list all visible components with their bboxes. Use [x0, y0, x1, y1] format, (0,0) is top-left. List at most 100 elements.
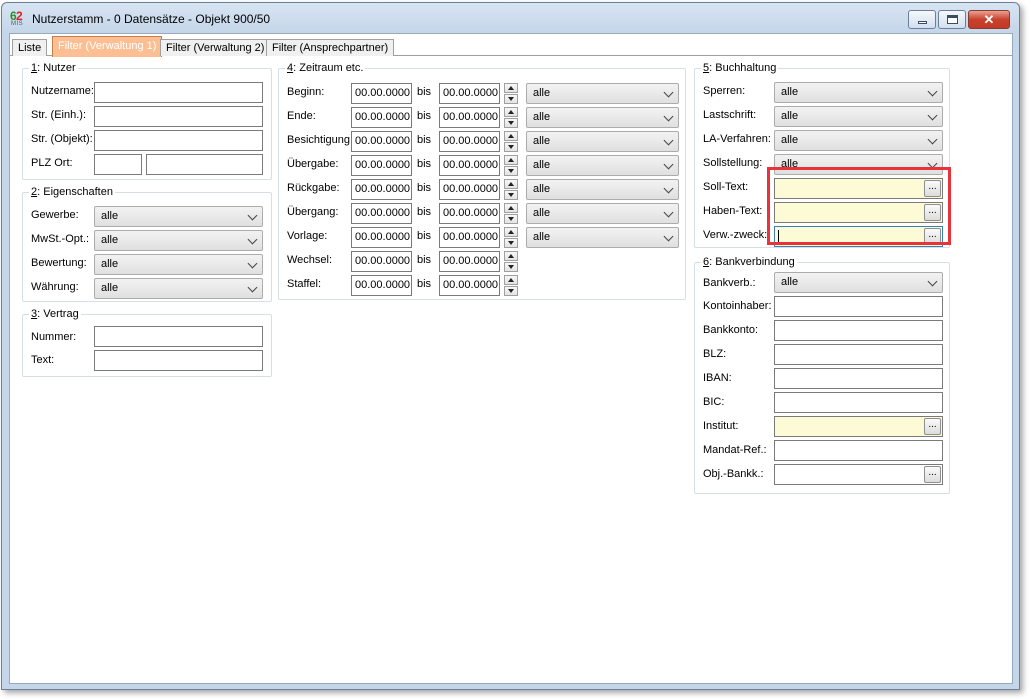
ort-input[interactable] — [146, 154, 263, 175]
group-zeitraum: 4: Zeitraum etc. Beginn: 00.00.0000 bis 00.… — [278, 62, 686, 300]
spin-down-icon[interactable] — [504, 142, 518, 152]
bank-field-0-input[interactable] — [774, 296, 943, 317]
tab-filter-verwaltung-1[interactable]: Filter (Verwaltung 1) — [52, 36, 163, 57]
bis-label: bis — [417, 278, 432, 290]
bankverb-select[interactable]: alle — [774, 272, 943, 293]
bank-field-1-input[interactable] — [774, 320, 943, 341]
minimize-button[interactable] — [908, 10, 936, 29]
spin-down-icon[interactable] — [504, 118, 518, 128]
chevron-down-icon — [663, 159, 674, 170]
zeitraum-8-from-input[interactable]: 00.00.0000 — [351, 275, 412, 296]
zeitraum-0-select[interactable]: alle — [526, 83, 679, 104]
zeitraum-2-select[interactable]: alle — [526, 131, 679, 152]
bank-field-3-input[interactable] — [774, 368, 943, 389]
bank-field-7-input[interactable]: ... — [774, 464, 943, 485]
zeitraum-7-from-input[interactable]: 00.00.0000 — [351, 251, 412, 272]
zeitraum-8-to-input[interactable]: 00.00.0000 — [439, 275, 500, 296]
vertrag-text-input[interactable] — [94, 350, 263, 371]
zeitraum-4-select[interactable]: alle — [526, 179, 679, 200]
spin-up-icon[interactable] — [504, 131, 518, 141]
spin-down-icon[interactable] — [504, 238, 518, 248]
zeitraum-8-spinner[interactable] — [504, 275, 518, 296]
zeitraum-3-select[interactable]: alle — [526, 155, 679, 176]
zeitraum-4-spinner[interactable] — [504, 179, 518, 200]
zeitraum-4-from-input[interactable]: 00.00.0000 — [351, 179, 412, 200]
zeitraum-3-from-input[interactable]: 00.00.0000 — [351, 155, 412, 176]
spin-up-icon[interactable] — [504, 227, 518, 237]
spin-up-icon[interactable] — [504, 107, 518, 117]
title-bar[interactable]: 6 2 MIS Nutzerstamm - 0 Datensätze - Obj… — [2, 3, 1019, 33]
zeitraum-0-spinner[interactable] — [504, 83, 518, 104]
zeitraum-0-to-input[interactable]: 00.00.0000 — [439, 83, 500, 104]
plz-input[interactable] — [94, 154, 142, 175]
select-value: alle — [101, 258, 119, 270]
zeitraum-1-select[interactable]: alle — [526, 107, 679, 128]
zeitraum-5-spinner[interactable] — [504, 203, 518, 224]
spin-up-icon[interactable] — [504, 179, 518, 189]
bewertung-select[interactable]: alle — [94, 254, 263, 275]
zeitraum-6-select[interactable]: alle — [526, 227, 679, 248]
bank-field-2-input[interactable] — [774, 344, 943, 365]
bank-field-5-input[interactable]: ... — [774, 416, 943, 437]
zeitraum-7-spinner[interactable] — [504, 251, 518, 272]
zeitraum-6-spinner[interactable] — [504, 227, 518, 248]
bis-label: bis — [417, 254, 432, 266]
label-la-verfahren: LA-Verfahren: — [703, 133, 771, 145]
spin-up-icon[interactable] — [504, 83, 518, 93]
zeitraum-2-to-input[interactable]: 00.00.0000 — [439, 131, 500, 152]
la-verfahren-select[interactable]: alle — [774, 130, 943, 151]
spin-up-icon[interactable] — [504, 275, 518, 285]
waehrung-select[interactable]: alle — [94, 278, 263, 299]
zeitraum-0-from-input[interactable]: 00.00.0000 — [351, 83, 412, 104]
spin-up-icon[interactable] — [504, 251, 518, 261]
spin-down-icon[interactable] — [504, 94, 518, 104]
tab-filter-verwaltung-2[interactable]: Filter (Verwaltung 2) — [160, 39, 271, 56]
zeitraum-5-to-input[interactable]: 00.00.0000 — [439, 203, 500, 224]
spin-down-icon[interactable] — [504, 214, 518, 224]
bank-field-6-input[interactable] — [774, 440, 943, 461]
zeitraum-6-from-input[interactable]: 00.00.0000 — [351, 227, 412, 248]
close-button[interactable]: ✕ — [968, 10, 1010, 29]
spin-down-icon[interactable] — [504, 262, 518, 272]
zeitraum-5-from-input[interactable]: 00.00.0000 — [351, 203, 412, 224]
label-bank-field-7: Obj.-Bankk.: — [703, 468, 764, 480]
spin-down-icon[interactable] — [504, 190, 518, 200]
bank-field-5-lookup-button[interactable]: ... — [924, 418, 941, 435]
spin-up-icon[interactable] — [504, 155, 518, 165]
maximize-button[interactable] — [938, 10, 966, 29]
group-title-bankverbindung: 6: Bankverbindung — [701, 256, 797, 268]
zeitraum-1-to-input[interactable]: 00.00.0000 — [439, 107, 500, 128]
label-mwst-opt: MwSt.-Opt.: — [31, 233, 90, 245]
nutzername-input[interactable] — [94, 82, 263, 103]
nummer-input[interactable] — [94, 326, 263, 347]
highlight-box — [767, 167, 951, 245]
bis-label: bis — [417, 206, 432, 218]
label-bank-field-4: BIC: — [703, 396, 725, 408]
sperren-select[interactable]: alle — [774, 82, 943, 103]
spin-down-icon[interactable] — [504, 166, 518, 176]
bank-field-4-input[interactable] — [774, 392, 943, 413]
label-zeitraum-3: Übergabe: — [287, 158, 339, 170]
lastschrift-select[interactable]: alle — [774, 106, 943, 127]
gewerbe-select[interactable]: alle — [94, 206, 263, 227]
zeitraum-1-spinner[interactable] — [504, 107, 518, 128]
bank-field-7-lookup-button[interactable]: ... — [924, 466, 941, 483]
str-einh-input[interactable] — [94, 106, 263, 127]
tab-filter-ansprechpartner[interactable]: Filter (Ansprechpartner) — [266, 39, 395, 56]
zeitraum-1-from-input[interactable]: 00.00.0000 — [351, 107, 412, 128]
zeitraum-2-spinner[interactable] — [504, 131, 518, 152]
str-objekt-input[interactable] — [94, 130, 263, 151]
zeitraum-2-from-input[interactable]: 00.00.0000 — [351, 131, 412, 152]
zeitraum-3-spinner[interactable] — [504, 155, 518, 176]
zeitraum-5-select[interactable]: alle — [526, 203, 679, 224]
zeitraum-6-to-input[interactable]: 00.00.0000 — [439, 227, 500, 248]
spin-up-icon[interactable] — [504, 203, 518, 213]
zeitraum-4-to-input[interactable]: 00.00.0000 — [439, 179, 500, 200]
tab-liste[interactable]: Liste — [12, 39, 48, 56]
zeitraum-3-to-input[interactable]: 00.00.0000 — [439, 155, 500, 176]
mwst-opt-select[interactable]: alle — [94, 230, 263, 251]
zeitraum-7-to-input[interactable]: 00.00.0000 — [439, 251, 500, 272]
spin-down-icon[interactable] — [504, 286, 518, 296]
chevron-down-icon — [663, 183, 674, 194]
chevron-down-icon — [663, 231, 674, 242]
